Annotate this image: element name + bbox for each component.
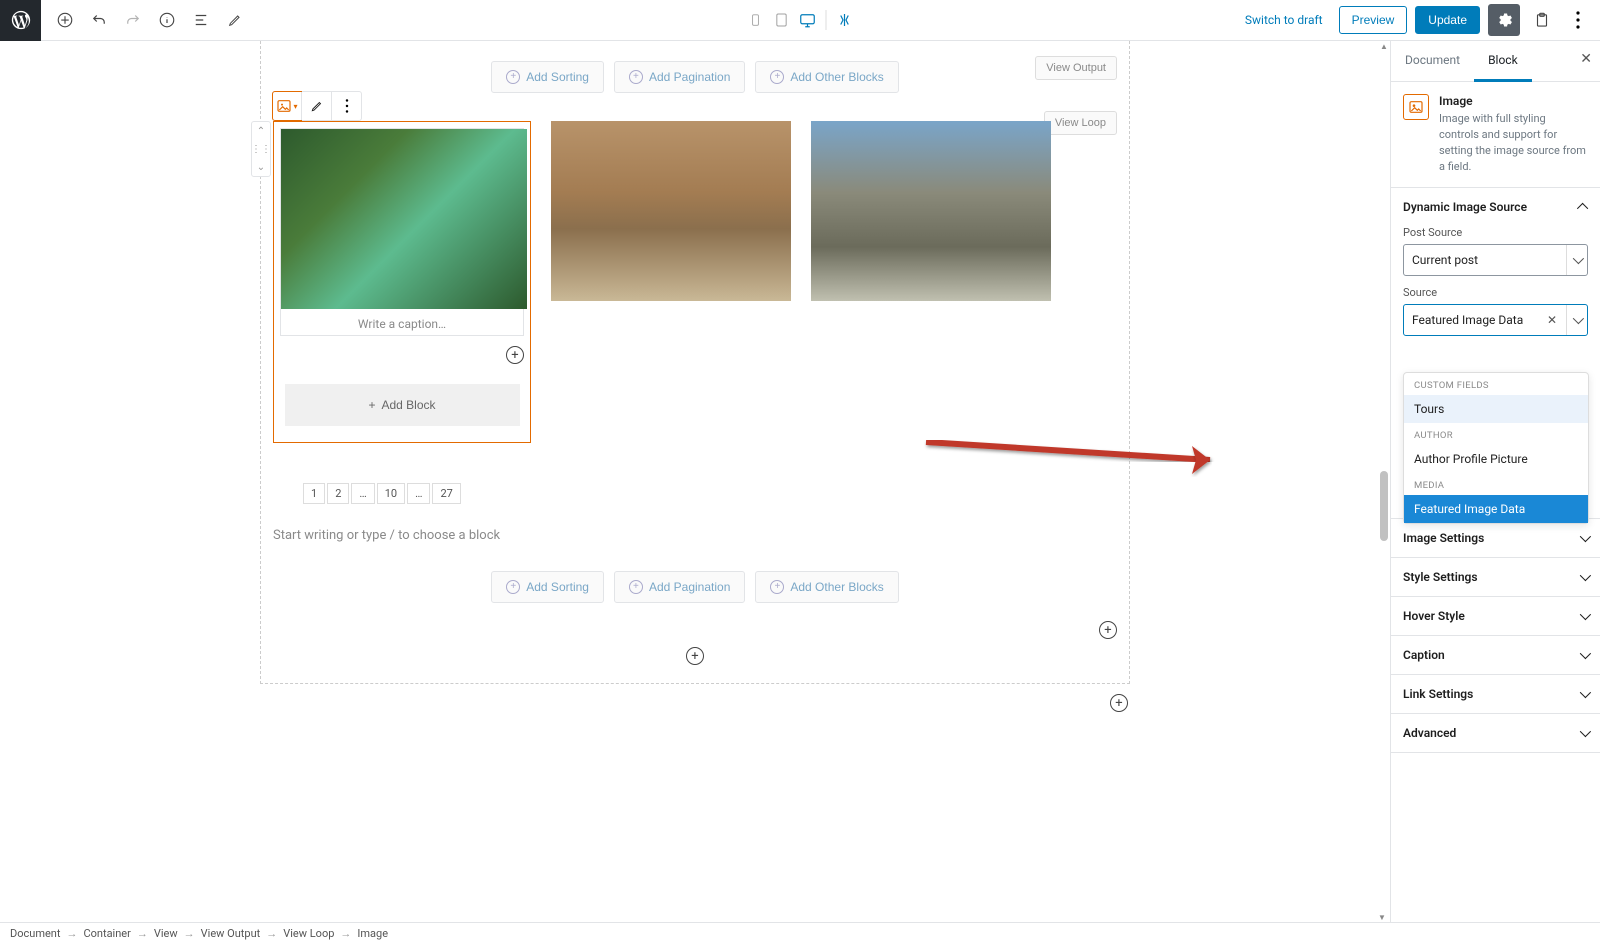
top-toolbar: Switch to draft Preview Update — [0, 0, 1600, 41]
move-down-icon[interactable]: ⌄ — [257, 158, 265, 176]
inline-add-icon[interactable]: + — [506, 346, 524, 364]
view-output-button[interactable]: View Output — [1035, 56, 1117, 80]
panel-advanced[interactable]: Advanced — [1391, 714, 1600, 752]
chevron-down-icon — [1580, 687, 1588, 701]
page-27[interactable]: 27 — [432, 483, 460, 504]
page-ellipsis: … — [351, 483, 374, 504]
chevron-up-icon — [1580, 200, 1588, 214]
breakpoint-icon[interactable] — [833, 6, 857, 34]
edit-icon[interactable] — [221, 6, 249, 34]
inline-add-icon[interactable]: + — [1099, 621, 1117, 639]
add-sorting-button[interactable]: +Add Sorting — [491, 571, 604, 603]
dropdown-group-author: AUTHOR — [1404, 423, 1588, 445]
page-1[interactable]: 1 — [303, 483, 325, 504]
close-sidebar-icon[interactable]: ✕ — [1580, 51, 1592, 67]
tablet-icon[interactable] — [770, 6, 794, 34]
add-sorting-button[interactable]: +Add Sorting — [491, 61, 604, 93]
clear-icon[interactable]: ✕ — [1547, 313, 1557, 327]
block-description: Image with full styling controls and sup… — [1439, 111, 1588, 175]
undo-icon[interactable] — [85, 6, 113, 34]
chevron-down-icon — [1580, 531, 1588, 545]
image-placeholder-3 — [811, 121, 1051, 301]
block-inspector-sidebar: Document Block ✕ Image Image with full s… — [1390, 41, 1600, 922]
block-drag-handle[interactable]: ⌃ ⋮⋮ ⌄ — [251, 121, 271, 177]
image-placeholder-2 — [551, 121, 791, 301]
info-icon[interactable] — [153, 6, 181, 34]
switch-to-draft-link[interactable]: Switch to draft — [1237, 13, 1331, 27]
page-2[interactable]: 2 — [327, 483, 349, 504]
wordpress-logo[interactable] — [0, 0, 41, 41]
dropdown-group-custom-fields: CUSTOM FIELDS — [1404, 373, 1588, 395]
chevron-down-icon — [1580, 570, 1588, 584]
crumb-view-loop[interactable]: View Loop — [283, 927, 334, 940]
chevron-down-icon — [1580, 609, 1588, 623]
pagination: 1 2 … 10 … 27 — [273, 483, 1117, 504]
mobile-icon[interactable] — [744, 6, 768, 34]
crumb-container[interactable]: Container — [83, 927, 130, 940]
preview-button[interactable]: Preview — [1339, 6, 1408, 34]
selected-image-block[interactable]: Write a caption… + +Add Block — [273, 121, 531, 443]
image-placeholder-1 — [281, 129, 527, 309]
source-dropdown: CUSTOM FIELDS Tours AUTHOR Author Profil… — [1403, 372, 1589, 524]
more-icon[interactable] — [1564, 6, 1592, 34]
panel-hover-style[interactable]: Hover Style — [1391, 597, 1600, 635]
outline-icon[interactable] — [187, 6, 215, 34]
page-10[interactable]: 10 — [377, 483, 405, 504]
source-select[interactable]: Featured Image Data ✕ — [1403, 304, 1588, 336]
post-source-select[interactable]: Current post — [1403, 244, 1588, 276]
caption-input[interactable]: Write a caption… — [281, 309, 523, 335]
clipboard-icon[interactable] — [1528, 6, 1556, 34]
redo-icon[interactable] — [119, 6, 147, 34]
tab-document[interactable]: Document — [1391, 41, 1474, 81]
chevron-down-icon — [1566, 305, 1581, 335]
panel-dynamic-image-source[interactable]: Dynamic Image Source — [1391, 188, 1600, 226]
paragraph-placeholder[interactable]: Start writing or type / to choose a bloc… — [273, 520, 1117, 563]
option-tours[interactable]: Tours — [1404, 395, 1588, 423]
crumb-image[interactable]: Image — [357, 927, 388, 940]
tab-block[interactable]: Block — [1474, 41, 1532, 82]
block-image-icon — [1403, 94, 1429, 120]
chevron-down-icon — [1580, 648, 1588, 662]
page-ellipsis: … — [407, 483, 430, 504]
move-up-icon[interactable]: ⌃ — [257, 122, 265, 140]
block-type-image-icon[interactable]: ▾ — [272, 91, 302, 121]
inline-add-icon[interactable]: + — [1110, 694, 1128, 712]
crumb-document[interactable]: Document — [10, 927, 60, 940]
source-label: Source — [1403, 286, 1588, 299]
crumb-view-output[interactable]: View Output — [201, 927, 261, 940]
dropdown-group-media: MEDIA — [1404, 473, 1588, 495]
add-pagination-button[interactable]: +Add Pagination — [614, 571, 745, 603]
block-edit-icon[interactable] — [301, 92, 331, 120]
update-button[interactable]: Update — [1415, 6, 1480, 34]
block-more-icon[interactable] — [331, 92, 361, 120]
chevron-down-icon — [1580, 726, 1588, 740]
block-title: Image — [1439, 94, 1588, 108]
chevron-down-icon — [1566, 245, 1581, 275]
add-other-blocks-button[interactable]: +Add Other Blocks — [755, 61, 898, 93]
option-featured-image-data[interactable]: Featured Image Data — [1404, 495, 1588, 523]
inline-add-center-icon[interactable]: + — [686, 647, 704, 665]
block-breadcrumb: Document→ Container→ View→ View Output→ … — [0, 922, 1600, 944]
panel-image-settings[interactable]: Image Settings — [1391, 519, 1600, 557]
editor-canvas: +Add Sorting +Add Pagination +Add Other … — [0, 41, 1390, 922]
add-pagination-button[interactable]: +Add Pagination — [614, 61, 745, 93]
add-block-icon[interactable] — [51, 6, 79, 34]
add-other-blocks-button[interactable]: +Add Other Blocks — [755, 571, 898, 603]
crumb-view[interactable]: View — [154, 927, 178, 940]
responsive-preview-toggle — [744, 6, 857, 34]
drag-icon[interactable]: ⋮⋮ — [251, 140, 271, 158]
block-toolbar: ▾ — [272, 91, 362, 121]
option-author-profile-picture[interactable]: Author Profile Picture — [1404, 445, 1588, 473]
panel-style-settings[interactable]: Style Settings — [1391, 558, 1600, 596]
panel-link-settings[interactable]: Link Settings — [1391, 675, 1600, 713]
panel-caption[interactable]: Caption — [1391, 636, 1600, 674]
desktop-icon[interactable] — [796, 6, 820, 34]
post-source-label: Post Source — [1403, 226, 1588, 239]
sidebar-scrollbar[interactable]: ▲ ▼ — [1378, 41, 1390, 922]
add-block-button[interactable]: +Add Block — [285, 384, 520, 426]
settings-gear-button[interactable] — [1488, 4, 1520, 36]
